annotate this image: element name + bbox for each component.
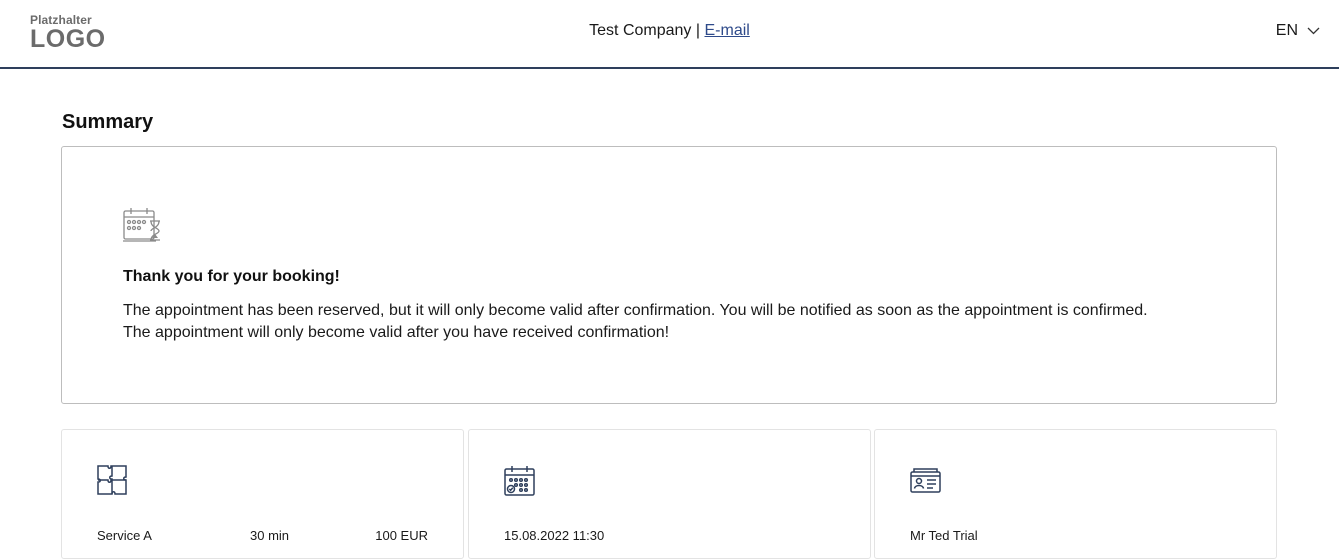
service-name: Service A <box>97 528 152 543</box>
summary-card: Thank you for your booking! The appointm… <box>61 146 1277 404</box>
header: Platzhalter LOGO Test Company | E-mail E… <box>0 0 1339 69</box>
company-separator: | <box>695 22 701 39</box>
chevron-down-icon <box>1307 27 1320 35</box>
appointment-datetime-value: 15.08.2022 11:30 <box>504 528 605 543</box>
datetime-card: 15.08.2022 11:30 <box>468 429 871 559</box>
page-title: Summary <box>62 111 154 133</box>
thank-you-heading: Thank you for your booking! <box>123 268 340 285</box>
service-card: Service A 30 min 100 EUR <box>61 429 464 559</box>
company-info: Test Company | E-mail <box>0 22 1339 40</box>
message-line-2: The appointment will only become valid a… <box>123 324 670 341</box>
confirmation-message: The appointment has been reserved, but i… <box>123 300 1243 344</box>
service-duration: 30 min <box>250 528 290 543</box>
language-selector[interactable]: EN <box>1276 22 1320 40</box>
calendar-hourglass-icon <box>123 207 163 248</box>
calendar-icon <box>503 464 536 502</box>
customer-card: Mr Ted Trial <box>874 429 1277 559</box>
puzzle-icon <box>96 464 129 502</box>
id-card-icon <box>909 464 942 502</box>
message-line-1: The appointment has been reserved, but i… <box>123 302 1148 319</box>
customer-name: Mr Ted Trial <box>910 528 978 543</box>
language-label: EN <box>1275 22 1298 39</box>
email-link[interactable]: E-mail <box>704 22 749 39</box>
service-price: 100 EUR <box>375 528 428 543</box>
company-name: Test Company <box>589 22 692 39</box>
